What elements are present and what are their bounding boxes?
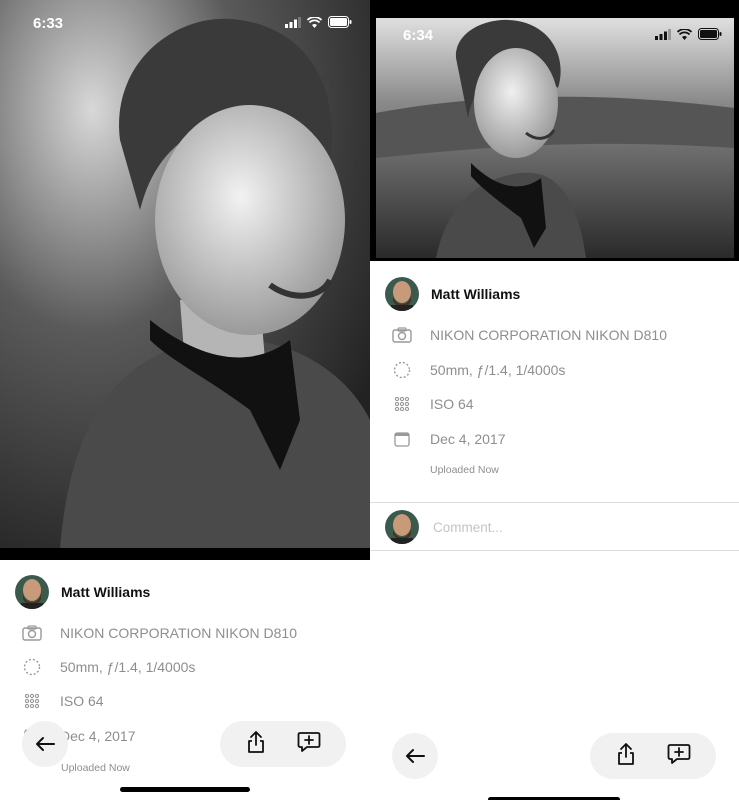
aperture-icon: [391, 359, 413, 381]
author-name[interactable]: Matt Williams: [431, 286, 520, 302]
arrow-left-icon: [406, 749, 425, 763]
iso-value: ISO 64: [430, 396, 474, 412]
status-time: 6:34: [403, 27, 434, 44]
status-icons: [655, 28, 722, 40]
comment-plus-icon: [297, 731, 320, 752]
date-taken: Dec 4, 2017: [430, 431, 506, 447]
uploaded-label: Uploaded Now: [430, 464, 499, 476]
camera-model: NIKON CORPORATION NIKON D810: [60, 625, 298, 641]
author-avatar[interactable]: [15, 575, 49, 609]
back-button[interactable]: [392, 733, 438, 779]
author-name[interactable]: Matt Williams: [61, 584, 150, 600]
share-icon: [617, 742, 634, 765]
iso-grid-icon: [21, 690, 43, 712]
lens-settings: 50mm, ƒ/1.4, 1/4000s: [430, 362, 566, 378]
author-row[interactable]: Matt Williams: [15, 575, 150, 609]
camera-icon: [391, 324, 413, 346]
back-button[interactable]: [22, 721, 68, 767]
wifi-icon: [307, 16, 322, 28]
battery-icon: [328, 16, 352, 28]
uploaded-label: Uploaded Now: [61, 762, 130, 774]
arrow-left-icon: [36, 737, 55, 751]
camera-model: NIKON CORPORATION NIKON D810: [430, 327, 668, 343]
lens-settings: 50mm, ƒ/1.4, 1/4000s: [60, 659, 196, 675]
date-taken: Dec 4, 2017: [60, 728, 136, 744]
camera-row: NIKON CORPORATION NIKON D810: [21, 622, 297, 644]
share-button[interactable]: [246, 730, 266, 759]
top-black-bar: [370, 0, 739, 18]
status-time: 6:33: [33, 15, 64, 32]
camera-row: NIKON CORPORATION NIKON D810: [391, 324, 667, 346]
aperture-icon: [21, 656, 43, 678]
comment-plus-icon: [667, 743, 690, 764]
portrait-photo[interactable]: [376, 18, 734, 258]
iso-row: ISO 64: [21, 690, 104, 712]
home-indicator: [120, 787, 250, 792]
status-icons: [285, 16, 352, 28]
comment-row[interactable]: Comment...: [385, 510, 503, 544]
author-avatar[interactable]: [385, 277, 419, 311]
date-row: Dec 4, 2017: [391, 428, 506, 450]
author-row[interactable]: Matt Williams: [385, 277, 520, 311]
add-comment-button[interactable]: [667, 743, 691, 770]
calendar-icon: [391, 428, 413, 450]
action-bar: [220, 721, 346, 767]
screen-1: 6:33 Matt Williams NIKON CORPORATION NIK…: [0, 0, 370, 800]
camera-icon: [21, 622, 43, 644]
comment-input[interactable]: Comment...: [433, 520, 503, 535]
action-bar: [590, 733, 716, 779]
signal-icon: [285, 16, 301, 28]
portrait-photo[interactable]: [0, 0, 370, 548]
signal-icon: [655, 28, 671, 40]
battery-icon: [698, 28, 722, 40]
screen-2: 6:34 Matt Williams NIKON CORPORATION NIK…: [370, 0, 739, 800]
add-comment-button[interactable]: [297, 731, 321, 758]
iso-value: ISO 64: [60, 693, 104, 709]
iso-grid-icon: [391, 393, 413, 415]
lens-row: 50mm, ƒ/1.4, 1/4000s: [21, 656, 195, 678]
wifi-icon: [677, 28, 692, 40]
iso-row: ISO 64: [391, 393, 474, 415]
commenter-avatar: [385, 510, 419, 544]
share-button[interactable]: [616, 742, 636, 771]
divider: [370, 502, 739, 503]
divider: [370, 550, 739, 551]
photo-bottom-band: [0, 548, 370, 560]
lens-row: 50mm, ƒ/1.4, 1/4000s: [391, 359, 565, 381]
share-icon: [247, 730, 264, 753]
